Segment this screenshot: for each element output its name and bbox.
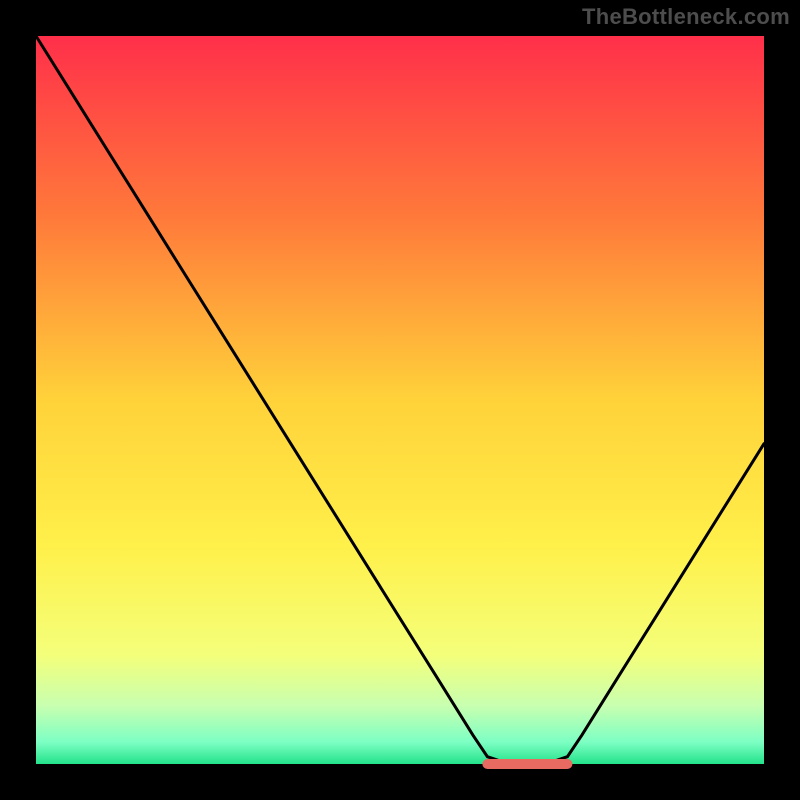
- chart-frame: TheBottleneck.com: [0, 0, 800, 800]
- attribution-label: TheBottleneck.com: [582, 4, 790, 30]
- plot-background: [36, 36, 764, 764]
- bottleneck-chart: [0, 0, 800, 800]
